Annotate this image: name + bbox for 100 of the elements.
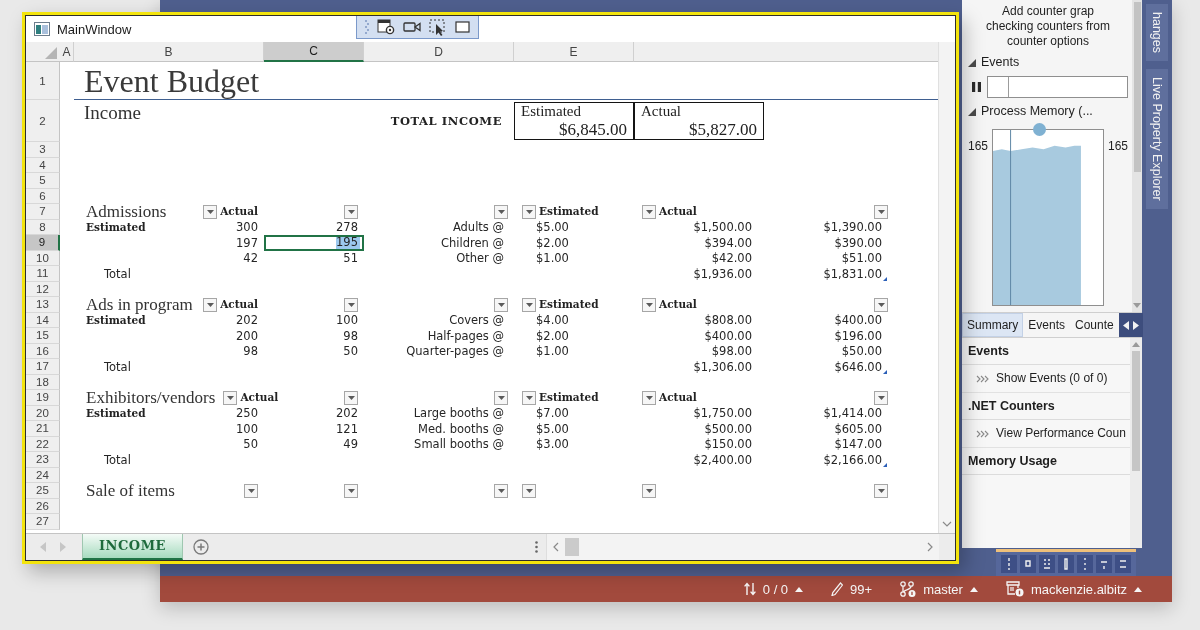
tool-window-tab[interactable]: hanges	[1146, 4, 1168, 61]
dropdown-button[interactable]	[244, 483, 258, 498]
estimated-quantity: 50	[243, 437, 258, 452]
tile-icon[interactable]	[1039, 555, 1055, 573]
dropdown-button[interactable]	[874, 483, 888, 498]
expanded-triangle-icon[interactable]	[968, 58, 976, 67]
dropdown-button[interactable]	[522, 204, 536, 219]
scrollbar-thumb[interactable]	[1132, 351, 1140, 471]
estimated-amount: $394.00	[704, 235, 752, 250]
rectangle-icon[interactable]	[455, 21, 470, 33]
chevron-right-icon[interactable]	[927, 542, 933, 552]
caret-icon	[645, 209, 653, 214]
dropdown-button[interactable]	[344, 297, 358, 312]
column-label: Actual	[659, 298, 697, 312]
row-header[interactable]: 2	[26, 100, 60, 142]
dropdown-button[interactable]	[494, 204, 508, 219]
dropdown-button[interactable]	[344, 204, 358, 219]
scrollbar-thumb[interactable]	[565, 538, 579, 556]
branch-button[interactable]: master	[898, 579, 980, 599]
estimated-amount: $42.00	[711, 251, 752, 266]
sync-status-button[interactable]: 0 / 0	[741, 579, 806, 599]
dropdown-button[interactable]	[494, 390, 508, 405]
camera-icon[interactable]	[403, 21, 421, 33]
tile-icon[interactable]	[1077, 555, 1093, 573]
dropdown-button[interactable]	[642, 483, 656, 498]
chevron-down-icon[interactable]	[942, 521, 952, 527]
dropdown-button[interactable]	[522, 390, 536, 405]
box-label: Actual	[641, 103, 681, 120]
column-label: Actual	[659, 391, 697, 405]
dropdown-button[interactable]	[223, 390, 238, 405]
triangle-right-icon[interactable]	[1132, 320, 1139, 330]
row-label: Estimated	[86, 220, 146, 234]
panel-tab[interactable]: Counte	[1070, 313, 1119, 337]
chevrons-icon	[976, 429, 989, 438]
tile-icon[interactable]	[1058, 555, 1074, 573]
repository-button[interactable]: mackenzie.albitz	[1003, 579, 1144, 599]
dropdown-button[interactable]	[203, 204, 218, 219]
row-header[interactable]: 19	[26, 390, 60, 406]
tool-window-tab[interactable]: Live Property Explorer	[1146, 69, 1168, 209]
window-gear-icon[interactable]	[377, 19, 395, 35]
tile-icon[interactable]	[1096, 555, 1112, 573]
row-header[interactable]: 13	[26, 297, 60, 313]
sheet-title: Event Budget	[84, 64, 260, 98]
actual-amount: $390.00	[834, 235, 882, 250]
vertical-scrollbar[interactable]	[938, 42, 955, 533]
tile-icon[interactable]	[1020, 555, 1036, 573]
summary-link[interactable]: View Performance Coun	[996, 426, 1126, 441]
row-header[interactable]: 3	[26, 142, 60, 158]
column-header[interactable]: A	[60, 42, 74, 62]
caret-icon	[347, 395, 355, 400]
add-sheet-icon[interactable]	[192, 539, 209, 555]
row-header[interactable]: 5	[26, 173, 60, 189]
sheet-tab[interactable]: INCOME	[82, 534, 183, 560]
estimated-total: $2,400.00	[693, 452, 752, 467]
dropdown-button[interactable]	[522, 483, 536, 498]
row-header[interactable]: 1	[26, 62, 60, 100]
dropdown-button[interactable]	[344, 483, 358, 498]
dropdown-button[interactable]	[522, 297, 536, 312]
dropdown-button[interactable]	[344, 390, 358, 405]
row-header[interactable]: 17	[26, 359, 60, 375]
cursor-select-icon[interactable]	[429, 18, 447, 36]
caret-icon	[497, 488, 505, 493]
tile-icon[interactable]	[1001, 555, 1017, 573]
dropdown-button[interactable]	[203, 297, 218, 312]
dropdown-button[interactable]	[642, 297, 656, 312]
row-header[interactable]: 9	[26, 235, 60, 251]
corner-mark-icon	[883, 369, 887, 374]
dropdown-button[interactable]	[874, 204, 888, 219]
grip-icon[interactable]	[365, 19, 369, 35]
scrollbar-thumb[interactable]	[1133, 2, 1141, 172]
column-header[interactable]: D	[364, 42, 514, 62]
horizontal-scrollbar[interactable]	[546, 534, 939, 560]
pending-edits-button[interactable]: 99+	[829, 579, 875, 599]
dropdown-button[interactable]	[874, 297, 888, 312]
row-header[interactable]: 23	[26, 452, 60, 468]
row-header[interactable]: 25	[26, 483, 60, 499]
row-header[interactable]: 27	[26, 514, 60, 530]
actual-amount: $400.00	[834, 313, 882, 328]
panel-tab[interactable]: Events	[1023, 313, 1071, 337]
unit-price: $7.00	[536, 406, 569, 421]
column-header[interactable]: B	[74, 42, 264, 62]
row-header[interactable]: 11	[26, 266, 60, 282]
dropdown-button[interactable]	[874, 390, 888, 405]
chevron-left-icon[interactable]	[553, 542, 559, 552]
panel-tab[interactable]: Summary	[962, 313, 1024, 337]
tile-icon[interactable]	[1115, 555, 1131, 573]
pause-icon[interactable]	[972, 82, 981, 92]
summary-link[interactable]: Show Events (0 of 0)	[996, 371, 1108, 386]
column-header[interactable]: C	[264, 42, 364, 62]
dropdown-button[interactable]	[494, 297, 508, 312]
expanded-triangle-icon[interactable]	[968, 107, 976, 116]
dropdown-button[interactable]	[494, 483, 508, 498]
splitter-grip-icon[interactable]	[535, 541, 538, 553]
row-header[interactable]: 7	[26, 204, 60, 220]
triangle-left-icon[interactable]	[1122, 320, 1129, 330]
row-header[interactable]: 21	[26, 421, 60, 437]
column-header[interactable]: E	[514, 42, 634, 62]
row-header[interactable]: 15	[26, 328, 60, 344]
dropdown-button[interactable]	[642, 204, 656, 219]
dropdown-button[interactable]	[642, 390, 656, 405]
